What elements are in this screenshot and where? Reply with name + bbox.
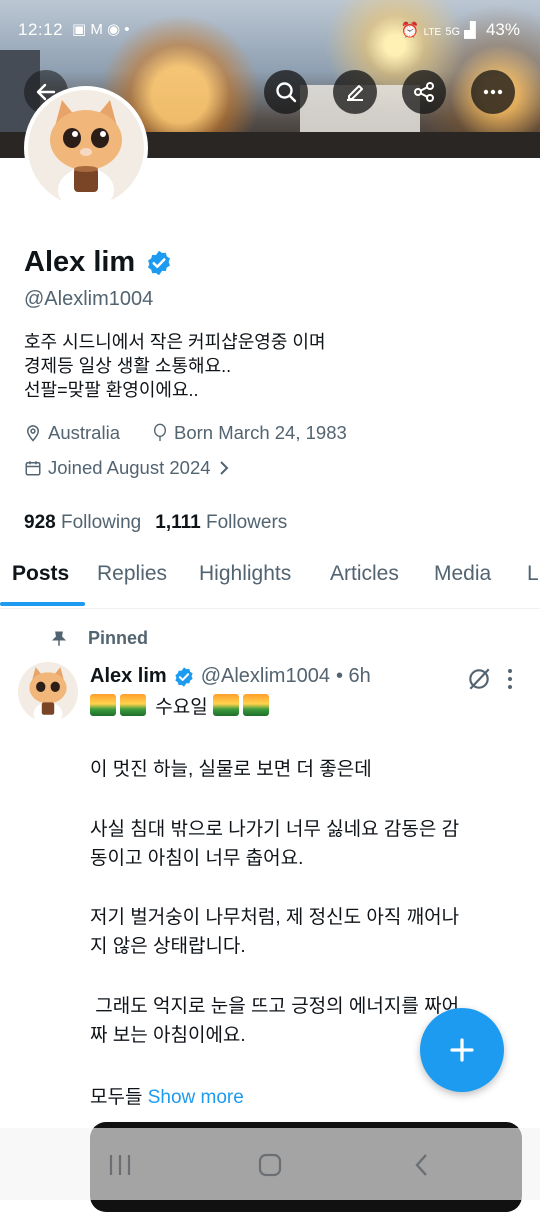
pinned-label-row: Pinned	[50, 628, 148, 649]
5g-icon: 5G	[445, 26, 461, 38]
sunrise-emoji-icon	[243, 694, 270, 716]
back-nav-icon	[415, 1154, 427, 1176]
post-header: Alex lim @Alexlim1004 • 6h	[90, 665, 371, 688]
edit-icon	[347, 85, 363, 101]
birthday-text: Born March 24, 1983	[174, 422, 347, 443]
profile-handle: @Alexlim1004	[24, 288, 154, 310]
tab-posts[interactable]: Posts	[12, 562, 69, 586]
post-last-line-text: 모두들	[90, 1087, 143, 1108]
profile-avatar[interactable]	[24, 86, 148, 210]
following-label: Following	[60, 512, 142, 533]
profile-tabs: Posts Replies Highlights Articles Media …	[0, 556, 540, 609]
share-icon	[414, 82, 434, 102]
following-count: 928	[24, 512, 56, 533]
verified-badge-icon[interactable]	[145, 249, 173, 277]
profile-location: Australia	[24, 422, 120, 444]
cat-avatar-small-image	[18, 662, 78, 722]
dot-icon: •	[124, 21, 130, 38]
sunrise-emoji-icon	[213, 694, 240, 716]
grok-icon[interactable]	[466, 666, 492, 692]
verified-badge-icon	[175, 666, 193, 687]
share-button[interactable]	[402, 70, 446, 114]
recents-button[interactable]	[100, 1148, 140, 1182]
post-line-1-text: 수요일	[155, 697, 208, 718]
profile-name-row: Alex lim	[24, 246, 173, 279]
profile-bio: 호주 시드니에서 작은 커피샵운영중 이며 경제등 일상 생활 소통해요.. 선…	[24, 332, 326, 400]
recents-icon	[109, 1155, 131, 1175]
profile-birthday: Born March 24, 1983	[152, 422, 347, 444]
following-link[interactable]: 928 Following	[24, 512, 141, 534]
post-author-avatar[interactable]	[18, 662, 78, 722]
post-para-3b: 지 않은 상태랍니다.	[90, 936, 246, 957]
pinned-label: Pinned	[88, 628, 149, 648]
image-icon: ▣	[72, 21, 87, 38]
search-icon	[276, 82, 297, 103]
location-pin-icon	[26, 425, 40, 442]
post-author-handle: @Alexlim1004	[200, 665, 330, 687]
more-button[interactable]	[471, 70, 515, 114]
tab-likes[interactable]: L	[527, 562, 539, 586]
post-para-3a: 저기 벌거숭이 나무처럼, 제 정신도 아직 깨어나	[90, 907, 460, 928]
tab-media[interactable]: Media	[434, 562, 491, 586]
post-more-icon[interactable]	[500, 666, 520, 692]
followers-link[interactable]: 1,111 Followers	[155, 512, 287, 534]
battery-level: 43%	[485, 20, 520, 39]
plus-icon	[450, 1038, 474, 1062]
signal-icon: ▟	[464, 22, 476, 39]
profile-joined[interactable]: Joined August 2024	[24, 457, 231, 479]
more-icon	[483, 89, 503, 95]
tab-articles[interactable]: Articles	[330, 562, 399, 586]
profile-name: Alex lim	[24, 246, 136, 278]
home-button[interactable]	[250, 1148, 290, 1182]
joined-text: Joined August 2024	[48, 457, 211, 478]
post-author-name[interactable]: Alex lim	[90, 665, 167, 688]
post-para-1: 이 멋진 하늘, 실물로 보면 더 좋은데	[90, 759, 372, 780]
back-nav-button[interactable]	[402, 1148, 442, 1182]
sunrise-emoji-icon	[120, 694, 146, 716]
post-line-1: 수요일	[90, 693, 510, 722]
alarm-icon: ⏰	[400, 22, 420, 39]
balloon-icon	[154, 423, 166, 441]
home-icon	[258, 1153, 282, 1177]
tab-highlights[interactable]: Highlights	[199, 562, 291, 586]
chevron-right-icon	[219, 461, 228, 475]
followers-count: 1,111	[155, 512, 201, 533]
pin-icon	[51, 631, 67, 646]
status-bar: 12:12 ▣ M ◉ • ⏰ LTE 5G ▟ 43%	[0, 0, 540, 60]
sunrise-emoji-icon	[90, 694, 116, 716]
active-tab-indicator	[0, 602, 85, 606]
volte-icon: LTE	[423, 27, 442, 38]
tab-replies[interactable]: Replies	[97, 562, 167, 586]
status-left-icons: ▣ M ◉ •	[72, 20, 130, 38]
location-text: Australia	[48, 422, 120, 443]
post-time: • 6h	[335, 665, 371, 687]
compose-button[interactable]	[420, 1008, 504, 1092]
gmail-icon: M	[90, 21, 103, 38]
post-para-2a: 사실 침대 밖으로 나가기 너무 싫네요 감동은 감	[90, 819, 460, 840]
edit-button[interactable]	[333, 70, 377, 114]
post-para-2b: 동이고 아침이 너무 춥어요.	[90, 848, 304, 869]
followers-label: Followers	[205, 512, 288, 533]
profile-stats: 928 Following 1,111 Followers	[24, 512, 287, 534]
search-button[interactable]	[264, 70, 308, 114]
calendar-icon	[25, 461, 41, 476]
system-nav-bar	[0, 1128, 540, 1200]
status-right-icons: ⏰ LTE 5G ▟ 43%	[401, 20, 520, 40]
status-time: 12:12	[18, 20, 64, 39]
cat-avatar-image	[28, 90, 144, 206]
chat-icon: ◉	[107, 21, 121, 38]
show-more-link[interactable]: Show more	[148, 1087, 244, 1108]
